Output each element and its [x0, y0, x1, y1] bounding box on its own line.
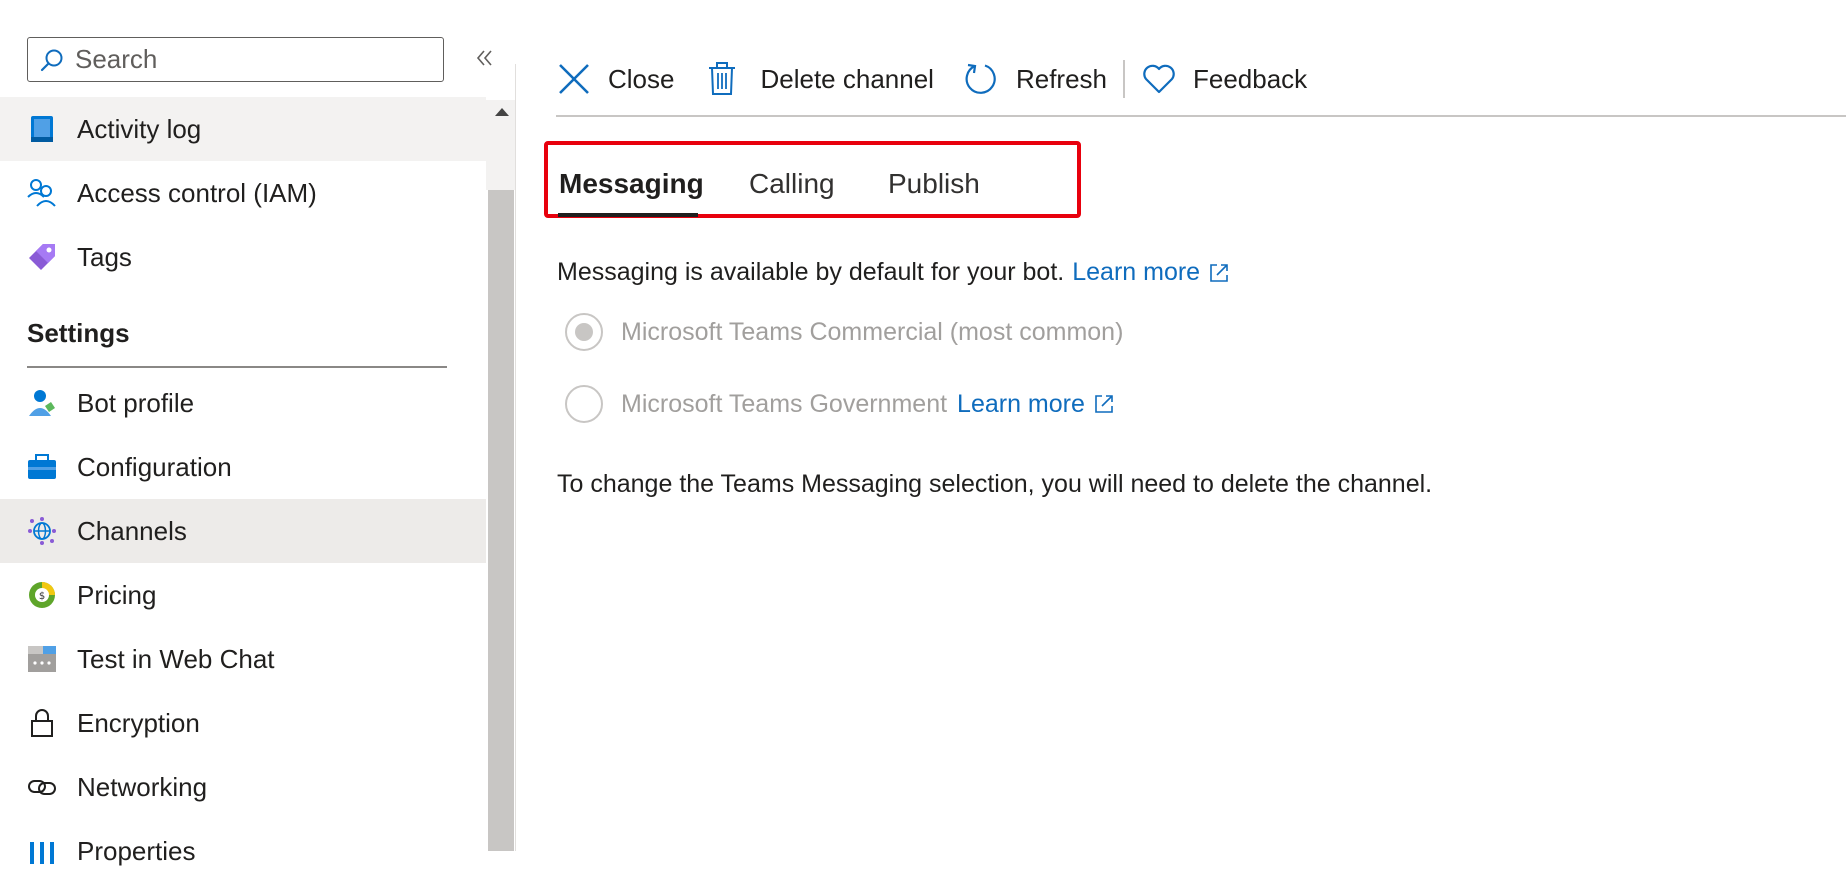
nav-item-properties[interactable]: Properties	[0, 819, 486, 883]
tab-messaging[interactable]: Messaging	[559, 168, 704, 200]
nav-item-label: Pricing	[77, 579, 157, 610]
radio-button-selected[interactable]	[565, 313, 603, 351]
properties-icon	[27, 836, 57, 866]
nav-item-label: Channels	[77, 515, 187, 546]
learn-more-link[interactable]: Learn more	[957, 390, 1115, 419]
nav-item-pricing[interactable]: $ Pricing	[0, 563, 486, 627]
lock-icon	[27, 708, 57, 738]
refresh-icon	[964, 61, 1000, 97]
tab-publish[interactable]: Publish	[888, 168, 980, 200]
nav-item-channels[interactable]: Channels	[0, 499, 486, 563]
people-icon	[27, 178, 57, 208]
nav-item-encryption[interactable]: Encryption	[0, 691, 486, 755]
nav-item-label: Properties	[77, 835, 196, 866]
heart-icon	[1141, 61, 1177, 97]
radio-option-commercial[interactable]: Microsoft Teams Commercial (most common)	[565, 313, 1123, 351]
command-bar: Close Delete channel Refresh Feedback	[556, 52, 1337, 106]
learn-more-label: Learn more	[1072, 258, 1201, 286]
close-label: Close	[608, 63, 675, 94]
learn-more-link[interactable]: Learn more	[1072, 258, 1230, 287]
collapse-nav-button[interactable]	[470, 42, 500, 78]
command-bar-divider	[1123, 60, 1125, 98]
search-icon	[39, 47, 65, 73]
scroll-up-arrow-icon[interactable]	[495, 108, 509, 116]
nav-item-label: Configuration	[77, 451, 232, 482]
toolbox-icon	[27, 452, 57, 482]
messaging-info: Messaging is available by default for yo…	[557, 258, 1230, 287]
nav-item-activity-log[interactable]: Activity log	[0, 97, 486, 161]
nav-divider	[515, 64, 516, 851]
refresh-label: Refresh	[1015, 63, 1107, 94]
radio-label: Microsoft Teams Commercial (most common)	[621, 317, 1124, 346]
feedback-label: Feedback	[1193, 63, 1308, 94]
nav-item-networking[interactable]: Networking	[0, 755, 486, 819]
nav-item-configuration[interactable]: Configuration	[0, 435, 486, 499]
radio-dot	[575, 323, 593, 341]
selected-tab-indicator	[558, 213, 698, 217]
pricing-icon: $	[27, 580, 57, 610]
svg-text:$: $	[39, 591, 45, 602]
external-link-icon	[1093, 393, 1115, 415]
nav-item-access-control[interactable]: Access control (IAM)	[0, 161, 486, 225]
tab-calling[interactable]: Calling	[749, 168, 835, 200]
close-button[interactable]: Close	[556, 61, 674, 97]
delete-channel-note: To change the Teams Messaging selection,…	[557, 470, 1433, 498]
web-chat-icon	[27, 644, 57, 674]
nav-item-label: Networking	[77, 771, 208, 802]
scrollbar-thumb[interactable]	[488, 190, 514, 851]
search-input[interactable]: Search	[75, 44, 157, 75]
section-heading-settings: Settings	[27, 318, 130, 348]
command-bar-divider-line	[556, 115, 1846, 117]
nav-item-label: Tags	[77, 241, 132, 272]
nav-item-tags[interactable]: Tags	[0, 225, 486, 289]
nav-item-bot-profile[interactable]: Bot profile	[0, 371, 486, 435]
radio-option-government[interactable]: Microsoft Teams Government Learn more	[565, 385, 1115, 423]
delete-channel-label: Delete channel	[760, 63, 934, 94]
search-box[interactable]: Search	[27, 37, 444, 82]
activity-log-icon	[27, 114, 57, 144]
learn-more-label: Learn more	[957, 389, 1085, 418]
feedback-button[interactable]: Feedback	[1141, 61, 1307, 97]
refresh-button[interactable]: Refresh	[964, 61, 1107, 97]
info-text: Messaging is available by default for yo…	[557, 258, 1065, 286]
external-link-icon	[1208, 262, 1230, 284]
nav-item-label: Bot profile	[77, 387, 195, 418]
close-icon	[556, 61, 592, 97]
trash-icon	[704, 61, 740, 97]
delete-channel-button[interactable]: Delete channel	[704, 61, 934, 97]
nav-item-label: Encryption	[77, 707, 200, 738]
globe-network-icon	[27, 516, 57, 546]
left-navigation: Search Activity log Access control (IAM)…	[0, 0, 516, 866]
bot-profile-icon	[27, 388, 57, 418]
nav-item-label: Access control (IAM)	[77, 177, 317, 208]
nav-item-label: Test in Web Chat	[77, 643, 275, 674]
link-icon	[27, 772, 57, 802]
nav-item-test-in-web-chat[interactable]: Test in Web Chat	[0, 627, 486, 691]
nav-item-label: Activity log	[77, 113, 202, 144]
radio-label: Microsoft Teams Government	[621, 389, 948, 418]
radio-button[interactable]	[565, 385, 603, 423]
double-chevron-left-icon	[475, 48, 495, 73]
tag-icon	[27, 242, 57, 272]
section-divider	[27, 366, 447, 368]
